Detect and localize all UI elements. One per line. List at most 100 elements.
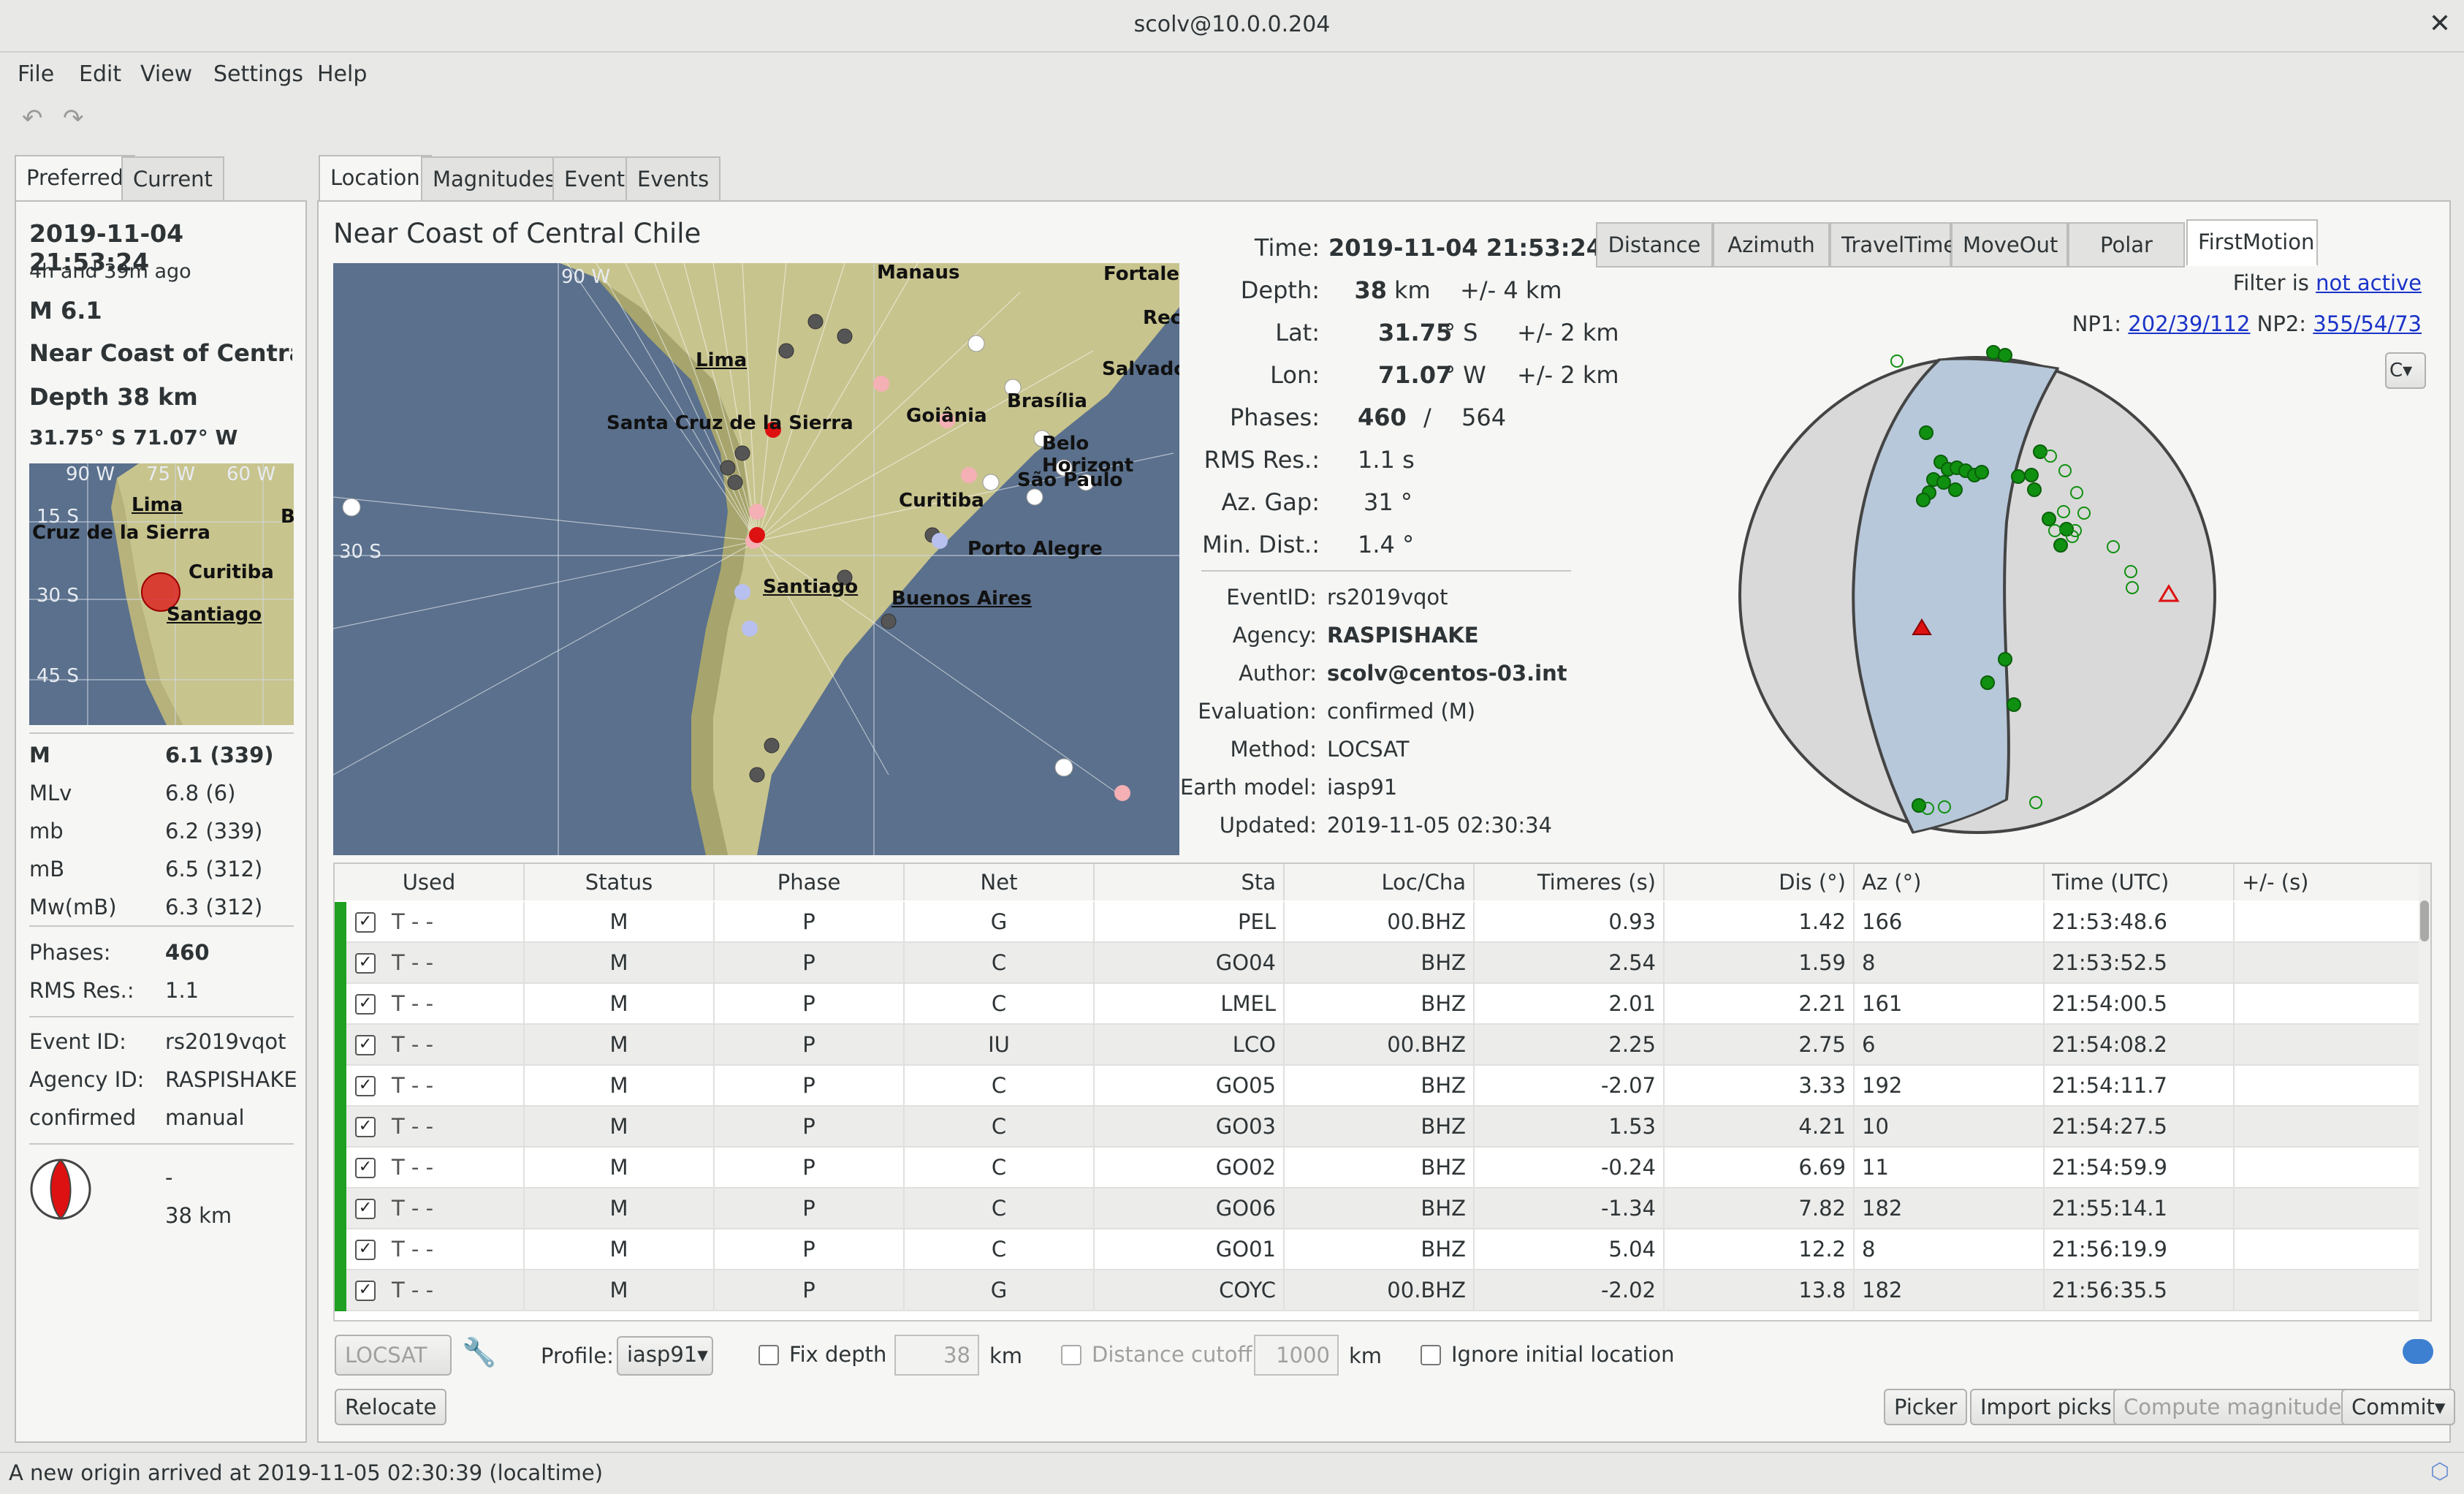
tab-location[interactable]: Location: [319, 155, 432, 202]
column-header[interactable]: Sta: [1095, 864, 1285, 900]
used-checkbox[interactable]: ✓: [355, 1076, 376, 1096]
locator-combo[interactable]: LOCSAT ▾: [335, 1335, 452, 1406]
table-row[interactable]: ✓ T - - M P C GO05 BHZ -2.07 3.33 192 21:54:11.7: [335, 1066, 2422, 1107]
comment-icon[interactable]: [2403, 1339, 2433, 1364]
redo-icon[interactable]: ↷: [63, 104, 84, 133]
cell-phase: P: [715, 943, 905, 984]
filter-toggle-link[interactable]: not active: [2316, 270, 2422, 295]
import-picks-button[interactable]: Import picks: [1970, 1389, 2122, 1425]
table-row[interactable]: ✓ T - - M P G COYC 00.BHZ -2.02 13.8 182 21:56:35.…: [335, 1270, 2422, 1311]
cell-phase: P: [715, 1148, 905, 1188]
picker-button[interactable]: Picker: [1884, 1389, 1968, 1425]
table-row[interactable]: ✓ T - - M P C GO02 BHZ -0.24 6.69 11 21:54:59.9: [335, 1148, 2422, 1188]
wrench-icon[interactable]: 🔧: [462, 1336, 496, 1369]
divider: [29, 925, 294, 927]
tab-events[interactable]: Events: [625, 156, 721, 202]
used-checkbox[interactable]: ✓: [355, 1035, 376, 1055]
column-header[interactable]: Phase: [715, 864, 905, 900]
cell-net: C: [905, 1107, 1095, 1148]
menu-edit[interactable]: Edit: [79, 61, 121, 87]
cell-uncertainty: [2235, 943, 2422, 984]
phases-total: 564: [1461, 403, 1507, 431]
profile-combo[interactable]: iasp91▾: [617, 1336, 713, 1376]
np2-link[interactable]: 355/54/73: [2313, 311, 2422, 336]
column-header[interactable]: +/- (s): [2235, 864, 2422, 900]
tab-event[interactable]: Event: [552, 156, 637, 202]
row-status-indicator: [335, 1107, 346, 1148]
table-row[interactable]: ✓ T - - M P C GO01 BHZ 5.04 12.2 8 21:56:19.9: [335, 1229, 2422, 1270]
cell-uncertainty: [2235, 1148, 2422, 1188]
table-row[interactable]: ✓ T - - M P C GO03 BHZ 1.53 4.21 10 21:54:27.5: [335, 1107, 2422, 1148]
used-checkbox[interactable]: ✓: [355, 1117, 376, 1137]
plot-mode-combo[interactable]: C▾: [2385, 352, 2426, 389]
menu-help[interactable]: Help: [317, 61, 367, 87]
column-header[interactable]: Az (°): [1855, 864, 2045, 900]
column-header[interactable]: Loc/Cha: [1285, 864, 1475, 900]
table-row[interactable]: ✓ T - - M P C GO06 BHZ -1.34 7.82 182 21:55:14.1: [335, 1188, 2422, 1229]
tab-distance[interactable]: Distance: [1596, 222, 1713, 268]
cell-loccha: 00.BHZ: [1285, 1270, 1475, 1311]
used-checkbox[interactable]: ✓: [355, 1240, 376, 1260]
fixdepth-checkbox[interactable]: [758, 1345, 779, 1365]
distance-cutoff-checkbox[interactable]: [1061, 1345, 1081, 1365]
fixdepth-input[interactable]: 38: [894, 1335, 979, 1376]
table-row[interactable]: ✓ T - - M P IU LCO 00.BHZ 2.25 2.75 6 21:54:08.2: [335, 1025, 2422, 1066]
tab-magnitudes[interactable]: Magnitudes: [421, 156, 568, 202]
window-titlebar: scolv@10.0.0.204 ✕: [0, 0, 2464, 53]
table-row[interactable]: ✓ T - - M P G PEL 00.BHZ 0.93 1.42 166 21:53:48.6: [335, 902, 2422, 943]
menu-view[interactable]: View: [140, 61, 192, 87]
tab-azimuth[interactable]: Azimuth: [1713, 222, 1830, 268]
table-row[interactable]: ✓ T - - M P C LMEL BHZ 2.01 2.21 161 21:54:00.5: [335, 984, 2422, 1025]
location-map[interactable]: 90 W 30 S Manaus Fortalez Rec Salvado Li…: [333, 263, 1179, 855]
column-header[interactable]: Dis (°): [1665, 864, 1855, 900]
tab-firstmotion[interactable]: FirstMotion: [2186, 219, 2318, 266]
cell-az: 182: [1855, 1270, 2045, 1311]
column-header[interactable]: Status: [525, 864, 715, 900]
column-header[interactable]: Time (UTC): [2045, 864, 2235, 900]
np1-link[interactable]: 202/39/112: [2128, 311, 2250, 336]
phases-label: Phases:: [29, 940, 111, 965]
cell-used: T - -: [384, 1066, 525, 1107]
tab-moveout[interactable]: MoveOut: [1951, 222, 2068, 268]
summary-map[interactable]: 90 W 75 W 60 W 15 S 30 S 45 S Lima Cruz …: [29, 463, 294, 725]
table-scrollbar[interactable]: [2419, 864, 2430, 1320]
undo-icon[interactable]: ↶: [22, 104, 43, 133]
rms-label: RMS Res.:: [1204, 446, 1320, 474]
tab-polar[interactable]: Polar: [2068, 222, 2185, 268]
used-checkbox[interactable]: ✓: [355, 1281, 376, 1301]
menu-file[interactable]: File: [18, 61, 54, 87]
used-checkbox[interactable]: ✓: [355, 953, 376, 974]
cell-uncertainty: [2235, 902, 2422, 943]
cell-res: -0.24: [1475, 1148, 1665, 1188]
tab-preferred[interactable]: Preferred: [15, 155, 136, 202]
cell-dis: 1.59: [1665, 943, 1855, 984]
evaluation-mode: manual: [165, 1105, 245, 1130]
close-icon[interactable]: ✕: [2429, 9, 2451, 39]
used-checkbox[interactable]: ✓: [355, 1199, 376, 1219]
used-checkbox[interactable]: ✓: [355, 912, 376, 933]
menu-settings[interactable]: Settings: [213, 61, 303, 87]
used-checkbox[interactable]: ✓: [355, 994, 376, 1015]
compute-magnitudes-button[interactable]: Compute magnitudes: [2113, 1389, 2363, 1425]
cell-used: T - -: [384, 1229, 525, 1270]
cell-time: 21:56:35.5: [2045, 1270, 2235, 1311]
column-header[interactable]: Timeres (s): [1475, 864, 1665, 900]
cell-uncertainty: [2235, 1025, 2422, 1066]
cell-loccha: BHZ: [1285, 1188, 1475, 1229]
lat-label: Lat:: [1275, 319, 1320, 346]
table-row[interactable]: ✓ T - - M P C GO04 BHZ 2.54 1.59 8 21:53:52.5: [335, 943, 2422, 984]
relocate-button[interactable]: Relocate: [335, 1389, 447, 1425]
ignore-initial-checkbox[interactable]: [1421, 1345, 1441, 1365]
cell-uncertainty: [2235, 984, 2422, 1025]
tab-traveltime[interactable]: TravelTime: [1830, 222, 1956, 268]
map-grid-label: 90 W: [561, 266, 611, 288]
distance-cutoff-input[interactable]: 1000: [1254, 1335, 1339, 1376]
lat-value-text: 31.75: [1378, 319, 1453, 346]
commit-button[interactable]: Commit▾: [2341, 1389, 2456, 1425]
scrollbar-thumb[interactable]: [2420, 900, 2429, 941]
tab-current[interactable]: Current: [121, 156, 224, 202]
column-header[interactable]: Net: [905, 864, 1095, 900]
used-checkbox[interactable]: ✓: [355, 1158, 376, 1178]
column-header[interactable]: Used: [335, 864, 525, 900]
beachball-icon: [29, 1158, 92, 1221]
